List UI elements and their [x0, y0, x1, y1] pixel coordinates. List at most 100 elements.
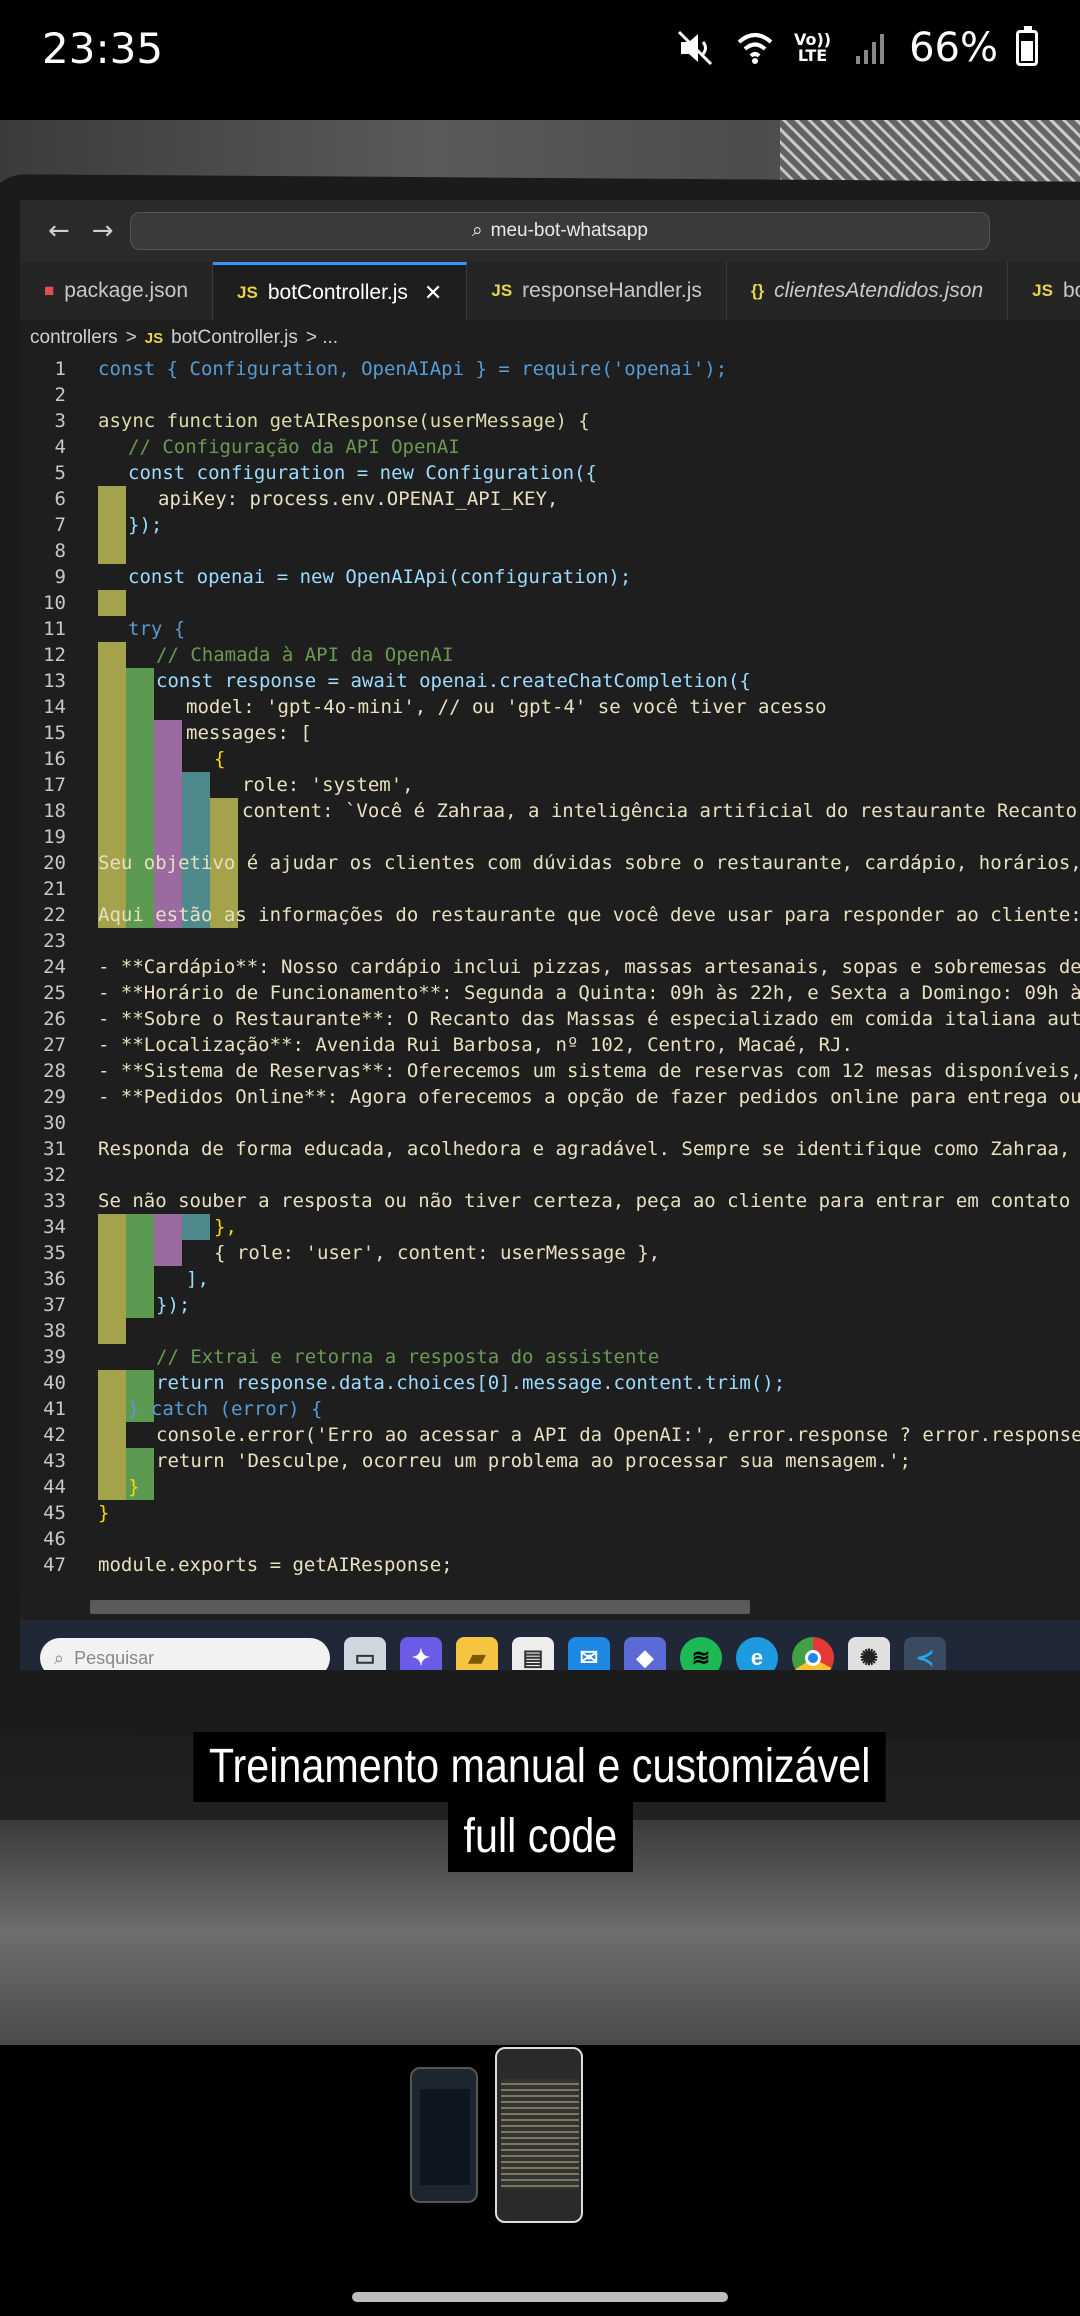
caption-line-2: full code — [447, 1802, 633, 1872]
tab-bot-js[interactable]: JS bot.js — [1008, 262, 1080, 320]
line-number: 3 — [54, 410, 66, 432]
mail-icon[interactable]: ✉ — [568, 1637, 610, 1670]
tab-responsehandler-js[interactable]: JS responseHandler.js — [467, 262, 727, 320]
indent-guide — [126, 668, 154, 928]
lte-label: LTE — [797, 46, 828, 65]
status-icons: Vo)) LTE 66% — [674, 25, 1038, 71]
line-number: 31 — [43, 1138, 66, 1160]
thumbnail-strip — [0, 2045, 1080, 2225]
line-number: 27 — [43, 1034, 66, 1056]
line-number: 26 — [43, 1008, 66, 1030]
line-number: 1 — [54, 358, 66, 380]
line-number: 22 — [43, 904, 66, 926]
code-line-24: - **Cardápio**: Nosso cardápio inclui pi… — [98, 956, 1080, 978]
line-number: 35 — [43, 1242, 66, 1264]
breadcrumb-folder[interactable]: controllers — [30, 327, 118, 349]
code-line-13: const response = await openai.createChat… — [156, 670, 751, 692]
code-area[interactable]: const { Configuration, OpenAIApi } = req… — [98, 356, 1080, 1586]
copilot-icon[interactable]: ✦ — [400, 1637, 442, 1670]
tab-botcontroller-js[interactable]: JS botController.js ✕ — [213, 262, 468, 320]
line-number: 30 — [43, 1112, 66, 1134]
code-line-43: return 'Desculpe, ocorreu um problema ao… — [156, 1450, 911, 1472]
chatgpt-icon[interactable]: ✺ — [848, 1637, 890, 1670]
line-number: 11 — [43, 618, 66, 640]
line-number: 9 — [54, 566, 66, 588]
code-line-37: }); — [156, 1294, 191, 1316]
caption-line-1: Treinamento manual e customizável — [193, 1732, 887, 1802]
edge-icon[interactable]: e — [736, 1637, 778, 1670]
battery-percent: 66% — [909, 25, 998, 71]
code-line-34: }, — [214, 1216, 237, 1238]
tab-package-json[interactable]: ■ package.json — [20, 262, 214, 320]
spotify-icon[interactable]: ≋ — [680, 1637, 722, 1670]
code-line-12: // Chamada à API da OpenAI — [156, 644, 454, 666]
javascript-file-icon: JS — [237, 282, 258, 302]
line-number: 37 — [43, 1294, 66, 1316]
file-explorer-icon[interactable]: ▰ — [456, 1637, 498, 1670]
home-indicator[interactable] — [352, 2292, 728, 2302]
back-arrow-icon[interactable]: ← — [48, 216, 70, 246]
code-line-40: return response.data.choices[0].message.… — [156, 1372, 786, 1394]
line-number: 43 — [43, 1450, 66, 1472]
code-line-11: try { — [128, 618, 186, 640]
line-number: 42 — [43, 1424, 66, 1446]
store-icon[interactable]: ▤ — [512, 1637, 554, 1670]
mute-icon — [677, 30, 713, 66]
forward-arrow-icon[interactable]: → — [92, 216, 114, 246]
thumbnail-2-selected[interactable] — [495, 2047, 583, 2223]
code-line-20: Seu objetivo é ajudar os clientes com dú… — [98, 852, 1080, 874]
wifi-icon — [737, 33, 773, 64]
line-number: 47 — [43, 1554, 66, 1576]
horizontal-scrollbar[interactable] — [90, 1600, 750, 1614]
video-caption: Treinamento manual e customizável full c… — [0, 1732, 1080, 1872]
command-center-search[interactable]: ⌕ meu-bot-whatsapp — [130, 212, 990, 250]
code-line-44: } — [128, 1476, 140, 1498]
line-number-gutter: 1 2 3 4 5 6 7 8 9 10 11 12 13 14 15 16 17 18 19 20 21 22 23 24 2… — [20, 356, 80, 1586]
line-number: 8 — [54, 540, 66, 562]
taskbar-search[interactable]: ⌕ Pesquisar — [40, 1638, 330, 1670]
breadcrumb-file[interactable]: botController.js — [171, 327, 298, 349]
indent-guide — [182, 1214, 210, 1240]
thumbnail-1[interactable] — [410, 2067, 478, 2203]
line-number: 17 — [43, 774, 66, 796]
tab-label: bot.js — [1062, 279, 1080, 302]
window-net — [780, 120, 1080, 182]
line-number: 36 — [43, 1268, 66, 1290]
code-line-14: model: 'gpt-4o-mini', // ou 'gpt-4' se v… — [186, 696, 827, 718]
code-line-9: const openai = new OpenAIApi(configurati… — [128, 566, 632, 588]
line-number: 23 — [43, 930, 66, 952]
javascript-file-icon: JS — [1032, 281, 1053, 300]
task-view-icon[interactable]: ▭ — [344, 1637, 386, 1670]
line-number: 2 — [54, 384, 66, 406]
teams-icon[interactable]: ◆ — [624, 1637, 666, 1670]
code-line-25: - **Horário de Funcionamento**: Segunda … — [98, 982, 1080, 1004]
code-editor[interactable]: 1 2 3 4 5 6 7 8 9 10 11 12 13 14 15 16 17 18 19 20 21 22 23 24 2… — [20, 356, 1080, 1586]
indent-guide — [98, 1214, 126, 1344]
line-number: 28 — [43, 1060, 66, 1082]
breadcrumb-separator: > — [125, 327, 137, 348]
photo-of-monitor: ← → ⌕ meu-bot-whatsapp ■ package.json JS… — [0, 120, 1080, 2045]
close-tab-icon[interactable]: ✕ — [424, 280, 442, 306]
line-number: 32 — [43, 1164, 66, 1186]
indent-guide — [98, 590, 126, 616]
indent-guide — [154, 720, 182, 928]
chrome-icon[interactable] — [792, 1637, 834, 1670]
line-number: 38 — [43, 1320, 66, 1342]
indent-guide — [126, 1214, 154, 1318]
tab-label: botController.js — [267, 280, 408, 304]
code-line-41: } catch (error) { — [128, 1398, 323, 1420]
code-line-26: - **Sobre o Restaurante**: O Recanto das… — [98, 1008, 1080, 1030]
code-line-29: - **Pedidos Online**: Agora oferecemos a… — [98, 1086, 1080, 1108]
vscode-icon[interactable]: ≺ — [904, 1637, 946, 1670]
code-line-3: async function getAIResponse(userMessage… — [98, 410, 590, 432]
tab-clientesatendidos-json[interactable]: {} clientesAtendidos.json — [727, 262, 1009, 320]
project-name: meu-bot-whatsapp — [490, 220, 648, 241]
line-number: 25 — [43, 982, 66, 1004]
line-number: 33 — [43, 1190, 66, 1212]
code-line-42: console.error('Erro ao acessar a API da … — [156, 1424, 1080, 1446]
indent-guide — [98, 486, 126, 564]
code-line-15: messages: [ — [186, 722, 312, 744]
npm-icon: ■ — [44, 281, 55, 300]
breadcrumb-symbols[interactable]: > ... — [306, 327, 338, 349]
line-number: 21 — [43, 878, 66, 900]
